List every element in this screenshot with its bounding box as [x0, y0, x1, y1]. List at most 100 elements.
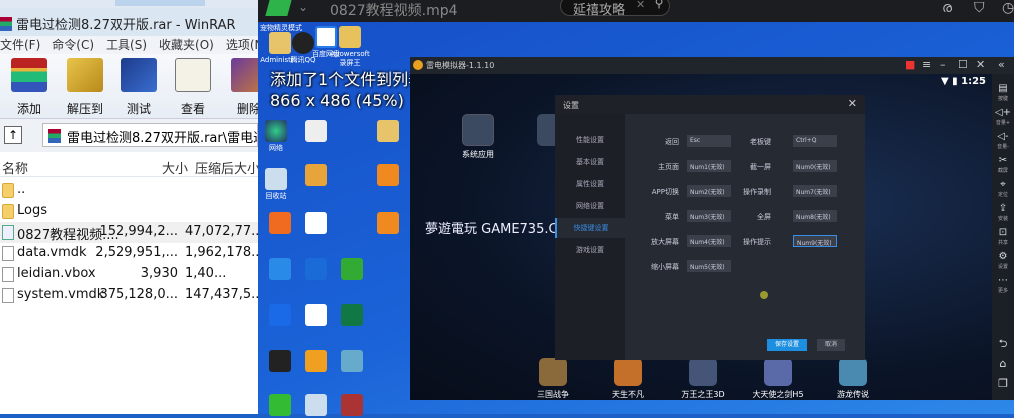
column-name[interactable]: 名称 [2, 158, 28, 177]
back-icon[interactable]: ⮌ [992, 338, 1014, 349]
menu-bar: 文件(F) 命令(C) 工具(S) 收藏夹(O) 选项(N) [0, 36, 258, 54]
maximize-icon[interactable]: ☐ [958, 58, 968, 71]
up-folder-button[interactable]: ↑ [4, 126, 22, 144]
menu-tools[interactable]: 工具(S) [106, 38, 147, 52]
chevron-down-icon[interactable]: ⌄ [298, 0, 308, 14]
settings-tab[interactable]: 基本设置 [555, 152, 625, 172]
clock-icon[interactable]: ◷ [1002, 0, 1014, 16]
sidebar-button-label: 安装 [997, 216, 1008, 222]
close-icon[interactable]: ✕ [976, 58, 985, 71]
search-icon[interactable]: ⚲ [648, 0, 670, 16]
file-row[interactable]: leidian.vbox 3,930 1,40... [0, 264, 258, 285]
file-row[interactable]: system.vmdk 375,128,0... 147,437,5... [0, 285, 258, 306]
file-name: leidian.vbox [17, 266, 96, 281]
column-packed[interactable]: 压缩后大小 [195, 158, 258, 177]
minimize-icon[interactable]: – [940, 58, 946, 71]
clear-search-icon[interactable]: ✕ [636, 0, 645, 11]
game-label: 大天使之剑H5 [752, 390, 804, 399]
desktop-icon-recycle[interactable]: 回收站 [254, 168, 298, 201]
extract-button[interactable]: 解压到 [60, 58, 110, 117]
app-icon [377, 212, 399, 234]
sidebar-button[interactable]: ⋯ 更多 [992, 276, 1014, 296]
view-button[interactable]: 查看 [168, 58, 218, 117]
settings-tab[interactable]: 属性设置 [555, 174, 625, 194]
desktop-icon[interactable] [294, 120, 338, 144]
menu-options[interactable]: 选项(N) [226, 38, 258, 52]
gift-icon[interactable]: ■ [905, 58, 915, 71]
file-row[interactable]: 0827教程视频.... 152,994,2... 47,072,77... [0, 222, 258, 243]
game-app[interactable]: 大天使之剑H5 [743, 358, 813, 400]
desktop-icon[interactable] [330, 258, 374, 282]
collapse-sidebar-icon[interactable]: « [998, 58, 1005, 71]
sidebar-button[interactable]: ⊡ 共享 [992, 228, 1014, 248]
add-button[interactable]: 添加 [4, 58, 54, 117]
sidebar-button[interactable]: ⌖ 定位 [992, 180, 1014, 200]
desktop-icon[interactable] [294, 212, 338, 236]
shirt-icon[interactable]: ⛉ [974, 0, 985, 16]
folder-icon [2, 183, 14, 198]
shortcut-input[interactable]: Num0(无效) [793, 160, 837, 172]
file-name: data.vmdk [17, 245, 87, 260]
desktop-icon[interactable] [294, 164, 338, 188]
desktop-icon[interactable] [330, 394, 374, 418]
game-label: 三国战争 [537, 390, 569, 399]
shortcut-input[interactable]: Ctrl+Q [793, 135, 837, 147]
shortcut-input[interactable]: Num8(无效) [793, 210, 837, 222]
menu-file[interactable]: 文件(F) [0, 38, 40, 52]
app-icon [341, 304, 363, 326]
game-app[interactable]: 天生不凡 [593, 358, 663, 400]
shortcut-input[interactable]: Num5(无效) [687, 260, 731, 272]
file-row[interactable]: Logs [0, 201, 258, 222]
path-field[interactable]: 雷电过检测8.27双开版.rar\雷电过检测8.27双开版 [42, 123, 258, 147]
column-size[interactable]: 大小 [162, 158, 188, 177]
file-row[interactable]: data.vmdk 2,529,951,... 1,962,178... [0, 243, 258, 264]
sidebar-button[interactable]: ◁+ 音量+ [992, 108, 1014, 128]
menu-icon[interactable]: ≡ [922, 58, 931, 71]
file-icon [2, 288, 14, 303]
sidebar-button[interactable]: ✂ 截屏 [992, 156, 1014, 176]
test-button[interactable]: 测试 [114, 58, 164, 117]
menu-favorites[interactable]: 收藏夹(O) [159, 38, 214, 52]
shortcut-input[interactable]: Num7(无效) [793, 185, 837, 197]
sidebar-button[interactable]: ◁- 音量- [992, 132, 1014, 152]
settings-tab[interactable]: 网络设置 [555, 196, 625, 216]
sidebar-button[interactable]: ⇪ 安装 [992, 204, 1014, 224]
desktop-icon[interactable] [330, 304, 374, 328]
home-icon[interactable]: ⌂ [992, 358, 1014, 369]
app-folder[interactable] [537, 114, 555, 146]
desktop-icon-network[interactable]: 网络 [254, 120, 298, 153]
delete-button[interactable]: 删除 [224, 58, 258, 117]
cancel-button[interactable]: 取消 [817, 339, 845, 351]
desktop-icon[interactable] [330, 350, 374, 374]
desktop-icon[interactable] [366, 164, 410, 188]
sidebar-button-icon: ◁+ [994, 107, 1012, 118]
shortcut-input[interactable]: Num9(无效) [793, 235, 837, 247]
sidebar-button[interactable]: ▤ 按键 [992, 84, 1014, 104]
desktop-icon[interactable] [366, 120, 410, 144]
game-app[interactable]: 万王之王3D [668, 358, 738, 400]
menu-command[interactable]: 命令(C) [52, 38, 94, 52]
close-icon[interactable]: ✕ [848, 97, 857, 110]
desktop-icon[interactable] [366, 212, 410, 236]
settings-tab[interactable]: 快捷键设置 [555, 218, 625, 238]
file-size: 152,994,2... [99, 224, 178, 239]
desktop-icon-apowersoft[interactable]: Apowersoft 录屏王 [328, 26, 372, 68]
system-apps-label: 系统应用 [462, 150, 494, 159]
sidebar-button-icon: ⋯ [998, 275, 1008, 286]
file-row[interactable]: .. [0, 180, 258, 201]
app-icon [377, 120, 399, 142]
skin-icon[interactable]: ര [942, 0, 952, 16]
sidebar-button[interactable]: ⚙ 设置 [992, 252, 1014, 272]
game-app[interactable]: 三国战争 [518, 358, 588, 400]
system-apps-folder[interactable] [462, 114, 494, 146]
game-app[interactable]: 游龙传说 [818, 358, 888, 400]
recents-icon[interactable]: ❐ [992, 378, 1014, 389]
settings-tab[interactable]: 游戏设置 [555, 240, 625, 260]
player-logo-icon[interactable] [265, 0, 293, 16]
settings-tab[interactable]: 性能设置 [555, 130, 625, 150]
player-osd-message: 添加了1个文件到列表 [270, 70, 425, 89]
save-settings-button[interactable]: 保存设置 [767, 339, 807, 351]
file-packed-size: 1,962,178... [185, 245, 258, 260]
file-packed-size: 147,437,5... [185, 287, 258, 302]
extract-label: 解压到 [66, 102, 103, 116]
